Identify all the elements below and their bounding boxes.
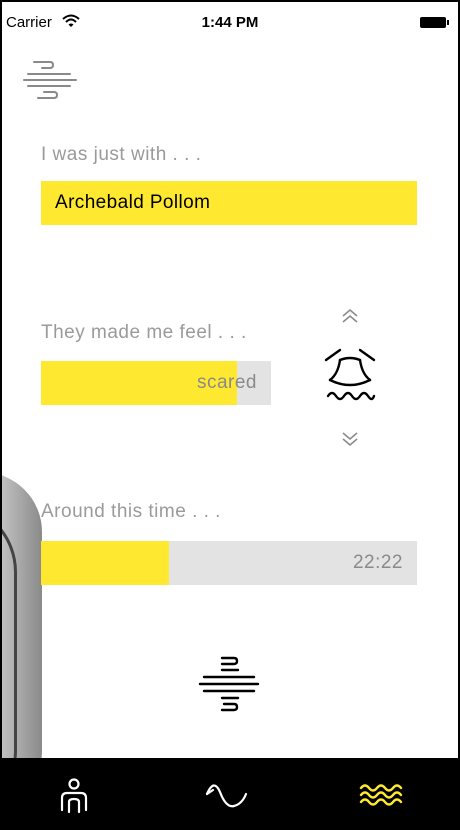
with-label: I was just with . . . bbox=[41, 144, 202, 165]
time-label: Around this time . . . bbox=[41, 501, 221, 522]
person-field[interactable]: Archebald Pollom bbox=[41, 181, 417, 225]
person-name: Archebald Pollom bbox=[55, 192, 211, 213]
tab-waves[interactable] bbox=[324, 758, 444, 828]
person-icon bbox=[60, 778, 88, 814]
entry-lines-icon[interactable] bbox=[198, 654, 260, 714]
tab-wave[interactable] bbox=[170, 758, 290, 828]
tab-person[interactable] bbox=[12, 758, 132, 828]
battery-icon bbox=[420, 17, 449, 28]
status-time: 1:44 PM bbox=[201, 14, 259, 31]
feel-label: They made me feel . . . bbox=[41, 322, 247, 343]
app-screen: Carrier 1:44 PM I was just with . . . Ar… bbox=[0, 0, 460, 830]
time-value: 22:22 bbox=[352, 552, 403, 573]
feeling-value: scared bbox=[196, 372, 257, 393]
chevron-double-down-icon[interactable] bbox=[339, 430, 361, 448]
triple-wave-icon bbox=[359, 784, 403, 806]
time-slider[interactable]: 22:22 bbox=[41, 541, 417, 585]
menu-lines-icon[interactable] bbox=[20, 58, 80, 104]
scared-face-icon bbox=[324, 348, 376, 401]
tab-bar bbox=[2, 758, 458, 828]
status-bar: Carrier 1:44 PM bbox=[2, 2, 458, 42]
wave-icon bbox=[205, 784, 248, 808]
feeling-slider[interactable]: scared bbox=[41, 361, 271, 405]
chevron-double-up-icon[interactable] bbox=[339, 307, 361, 325]
time-slider-fill bbox=[41, 541, 169, 585]
